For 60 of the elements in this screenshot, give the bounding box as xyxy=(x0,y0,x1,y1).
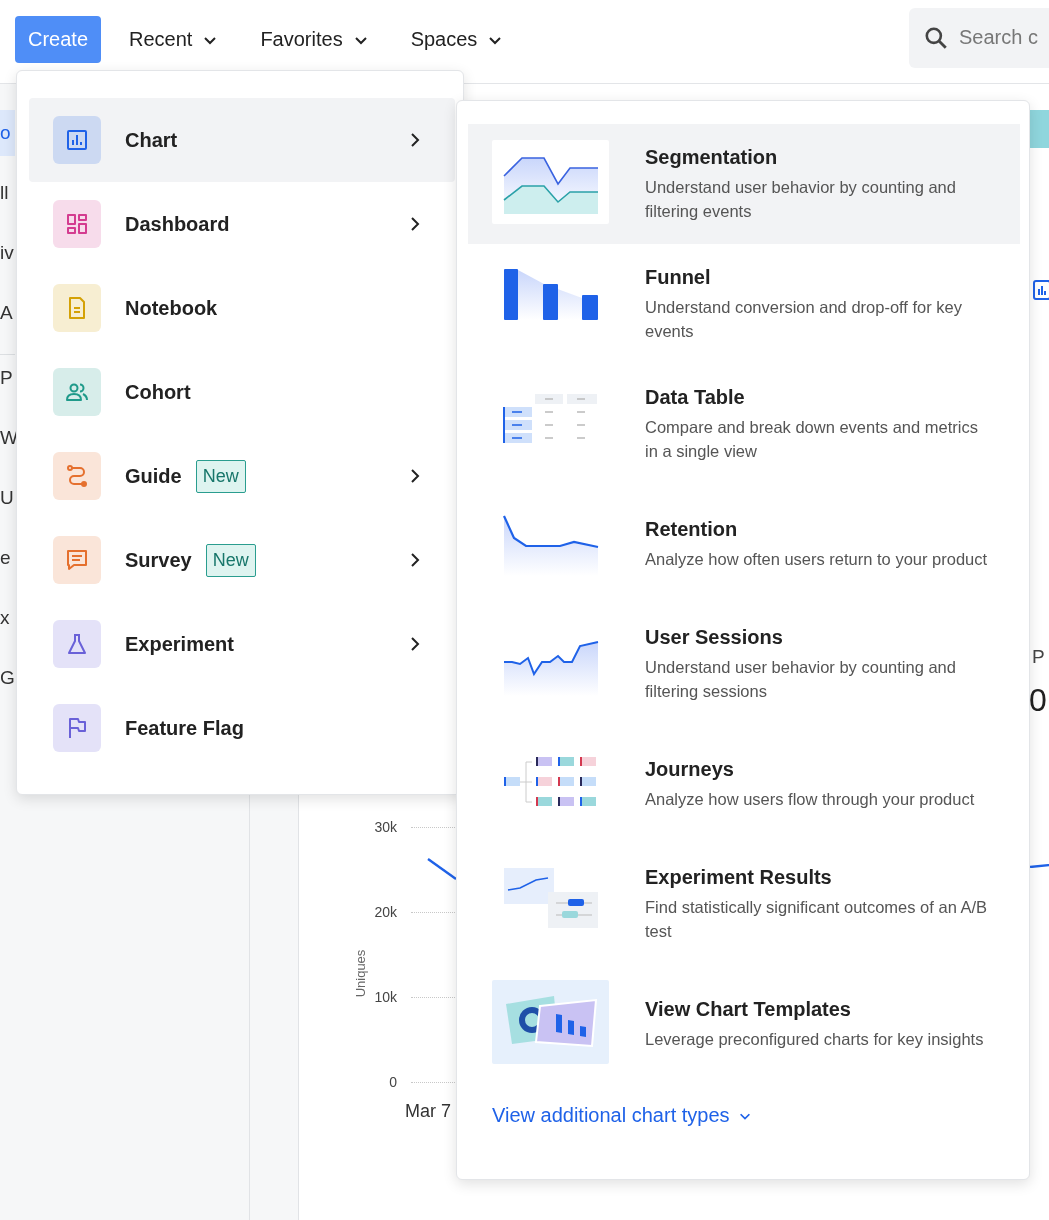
chart-line xyxy=(1030,864,1049,868)
sidebar-item[interactable]: A xyxy=(0,290,15,350)
menu-item[interactable]: Notebook xyxy=(29,266,455,350)
chart-type-description: Find statistically significant outcomes of an A/B test xyxy=(645,896,989,942)
menu-item[interactable]: Journeys Analyze how users flow through your product xyxy=(468,724,1020,844)
tick-label: 20k xyxy=(373,904,397,920)
menu-item[interactable]: Retention Analyze how often users return to your product xyxy=(468,484,1020,604)
menu-item[interactable]: Cohort xyxy=(29,350,455,434)
chart-type-description: Understand user behavior by counting and filtering sessions xyxy=(645,656,957,702)
menu-item[interactable]: Experiment Results Find statistically significant outcomes of an A/B test xyxy=(468,844,1020,964)
axis-label: Uniques xyxy=(353,949,369,998)
new-badge: New xyxy=(195,459,246,493)
sidebar-item[interactable]: U xyxy=(0,475,15,535)
chart-type-title: Data Table xyxy=(645,385,746,409)
search-input[interactable]: Search c xyxy=(959,15,1049,60)
menu-item[interactable]: Experiment xyxy=(29,602,455,686)
search-field[interactable]: Search c xyxy=(909,7,1049,68)
chart-line xyxy=(427,858,457,880)
chart-type-title: Journeys xyxy=(645,757,735,781)
chart-type-description: Understand user behavior by counting and filtering events xyxy=(645,176,957,222)
chart-type-title: Funnel xyxy=(645,265,712,289)
tick-label: 0 xyxy=(388,1074,397,1090)
new-badge: New xyxy=(205,543,256,577)
menu-item[interactable]: Chart xyxy=(29,98,455,182)
chart-type-title: Retention xyxy=(645,517,739,541)
menu-item[interactable]: View Chart Templates Leverage preconfigured charts for key insights xyxy=(468,964,1020,1084)
chart-type-title: User Sessions xyxy=(645,625,784,649)
tick-label: 30k xyxy=(373,819,397,835)
nav-dropdown[interactable]: Recent xyxy=(111,28,237,51)
sidebar-item[interactable]: iv xyxy=(0,230,15,290)
chart-type-title: Experiment Results xyxy=(645,865,833,889)
sidebar-item[interactable]: x xyxy=(0,595,15,655)
tick-label: Mar 7 xyxy=(405,1101,451,1121)
sidebar-item[interactable]: o xyxy=(0,110,15,156)
tick-label: 10k xyxy=(373,989,397,1005)
chart-type-description: Analyze how often users return to your product xyxy=(645,548,989,570)
menu-item[interactable]: Survey New xyxy=(29,518,455,602)
sidebar-item[interactable]: e xyxy=(0,535,15,595)
chart-type-description: Understand conversion and drop-off for key events xyxy=(645,296,964,342)
metric-label: P xyxy=(1032,646,1045,668)
more-chart-types-link[interactable]: View additional chart types xyxy=(492,1104,752,1127)
sidebar-item[interactable]: G xyxy=(0,655,15,715)
chart-type-title: Segmentation xyxy=(645,145,779,169)
nav-dropdown[interactable]: Favorites xyxy=(242,28,387,51)
menu-item[interactable]: User Sessions Understand user behavior by counting and filtering sessions xyxy=(468,604,1020,724)
nav-dropdown[interactable]: Spaces xyxy=(392,28,522,51)
menu-item[interactable]: Feature Flag xyxy=(29,686,455,770)
chart-type-description: Leverage preconfigured charts for key insights xyxy=(645,1028,985,1050)
chart-icon xyxy=(1033,280,1049,300)
menu-item[interactable]: Dashboard xyxy=(29,182,455,266)
sidebar-item[interactable]: P xyxy=(0,354,15,415)
chart-type-title: View Chart Templates xyxy=(645,997,852,1021)
chart-type-description: Compare and break down events and metrics in a single view xyxy=(645,416,979,462)
menu-item[interactable]: Data Table Compare and break down events and metrics in a single view xyxy=(468,364,1020,484)
menu-item[interactable]: Funnel Understand conversion and drop-off for key events xyxy=(468,244,1020,364)
menu-item[interactable]: Segmentation Understand user behavior by counting and filtering events xyxy=(468,124,1020,244)
metric-value: 0 xyxy=(1029,682,1047,719)
chart-type-description: Analyze how users flow through your product xyxy=(645,788,976,810)
sidebar-item[interactable]: ll xyxy=(0,170,15,230)
menu-item[interactable]: Guide New xyxy=(29,434,455,518)
